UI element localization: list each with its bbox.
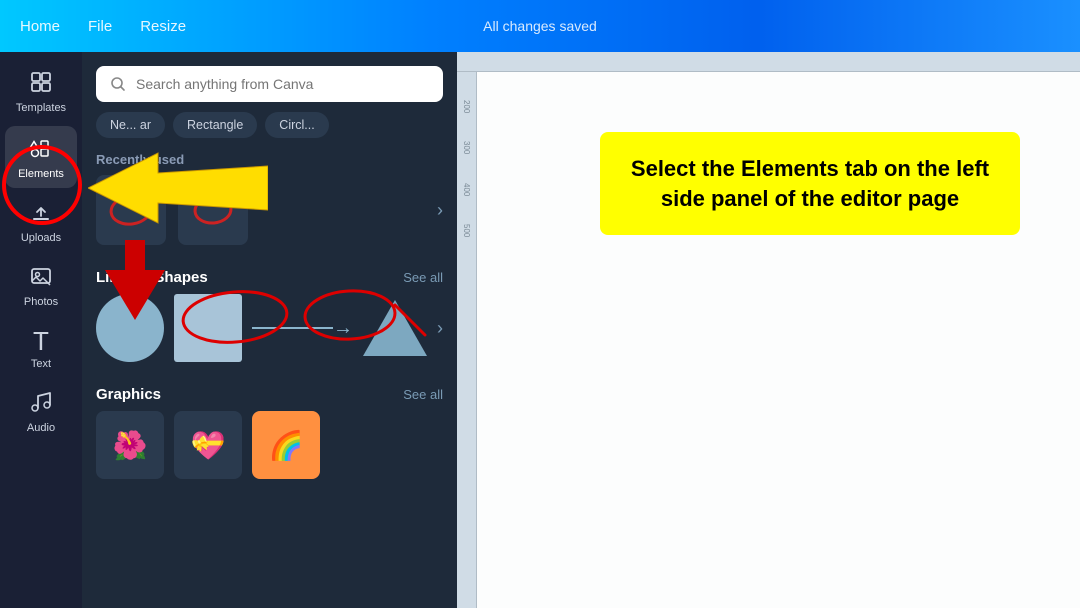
sidebar-item-templates[interactable]: Templates bbox=[5, 62, 77, 122]
elements-icon bbox=[28, 134, 54, 164]
graphic-item-3[interactable]: 🌈 bbox=[252, 411, 320, 479]
graphics-header: Graphics See all bbox=[96, 376, 443, 411]
tooltip-text: Select the Elements tab on the left side… bbox=[626, 154, 994, 213]
photos-label: Photos bbox=[24, 296, 58, 308]
lines-shapes-title: Lines & Shapes bbox=[96, 269, 208, 286]
graphics-preview-row: 🌺 💝 🌈 bbox=[96, 411, 443, 489]
shape-triangle-preview[interactable] bbox=[363, 300, 427, 356]
uploads-label: Uploads bbox=[21, 232, 61, 244]
top-bar: Home File Resize All changes saved bbox=[0, 0, 1080, 52]
search-input[interactable] bbox=[136, 76, 429, 92]
lines-shapes-header: Lines & Shapes See all bbox=[96, 259, 443, 294]
graphic-item-1[interactable]: 🌺 bbox=[96, 411, 164, 479]
nav-home[interactable]: Home bbox=[20, 18, 60, 35]
graphics-title: Graphics bbox=[96, 386, 161, 403]
search-bar[interactable] bbox=[96, 66, 443, 102]
lines-shapes-see-all[interactable]: See all bbox=[403, 270, 443, 285]
ruler-mark-500: 500 bbox=[462, 224, 471, 237]
chip-near[interactable]: Ne... ar bbox=[96, 112, 165, 138]
text-icon: T bbox=[33, 328, 49, 354]
sidebar-item-uploads[interactable]: Uploads bbox=[5, 192, 77, 252]
shape-arrow-preview[interactable]: → bbox=[252, 323, 353, 333]
side-panel: Ne... ar Rectangle Circl... Recently use… bbox=[82, 52, 457, 608]
ruler-left: 200 300 400 500 bbox=[457, 72, 477, 608]
search-bar-wrap bbox=[82, 52, 457, 112]
filter-chips: Ne... ar Rectangle Circl... bbox=[82, 112, 457, 148]
save-status: All changes saved bbox=[483, 18, 597, 34]
canvas-area: 200 300 400 500 Select the Elements tab … bbox=[457, 52, 1080, 608]
ruler-mark-300: 300 bbox=[462, 141, 471, 154]
nav-resize[interactable]: Resize bbox=[140, 18, 186, 35]
nav-file[interactable]: File bbox=[88, 18, 112, 35]
arrow-head-icon: → bbox=[333, 317, 353, 340]
ruler-mark-400: 400 bbox=[462, 183, 471, 196]
recently-used-label: Recently used bbox=[96, 148, 443, 175]
graphic-item-2[interactable]: 💝 bbox=[174, 411, 242, 479]
shape-circle-preview[interactable] bbox=[96, 294, 164, 362]
templates-icon bbox=[29, 70, 53, 98]
shape-rect-preview[interactable] bbox=[174, 294, 242, 362]
sidebar-item-audio[interactable]: Audio bbox=[5, 382, 77, 442]
main-layout: Templates Elements Uploads bbox=[0, 52, 1080, 608]
sidebar-item-photos[interactable]: Photos bbox=[5, 256, 77, 316]
photos-icon bbox=[29, 264, 53, 292]
elements-label: Elements bbox=[18, 168, 64, 180]
text-label: Text bbox=[31, 358, 51, 370]
chip-rectangle[interactable]: Rectangle bbox=[173, 112, 257, 138]
uploads-icon bbox=[29, 200, 53, 228]
recently-used-row: › bbox=[96, 175, 443, 259]
panel-content: Recently used › Lines & bbox=[82, 148, 457, 608]
tooltip-box: Select the Elements tab on the left side… bbox=[600, 132, 1020, 235]
ruler-mark-200: 200 bbox=[462, 100, 471, 113]
shape-oval2[interactable] bbox=[178, 175, 248, 245]
chip-circle[interactable]: Circl... bbox=[265, 112, 328, 138]
recently-used-chevron[interactable]: › bbox=[437, 200, 443, 221]
audio-label: Audio bbox=[27, 422, 55, 434]
audio-icon bbox=[29, 390, 53, 418]
sidebar-item-elements[interactable]: Elements bbox=[5, 126, 77, 188]
top-nav: Home File Resize bbox=[20, 18, 186, 35]
shapes-preview-row: → › bbox=[96, 294, 443, 376]
graphics-see-all[interactable]: See all bbox=[403, 387, 443, 402]
search-icon bbox=[110, 76, 126, 92]
ruler-top bbox=[457, 52, 1080, 72]
templates-label: Templates bbox=[16, 102, 66, 114]
shape-oval[interactable] bbox=[96, 175, 166, 245]
lines-shapes-chevron[interactable]: › bbox=[437, 318, 443, 339]
sidebar: Templates Elements Uploads bbox=[0, 52, 82, 608]
sidebar-item-text[interactable]: T Text bbox=[5, 320, 77, 378]
